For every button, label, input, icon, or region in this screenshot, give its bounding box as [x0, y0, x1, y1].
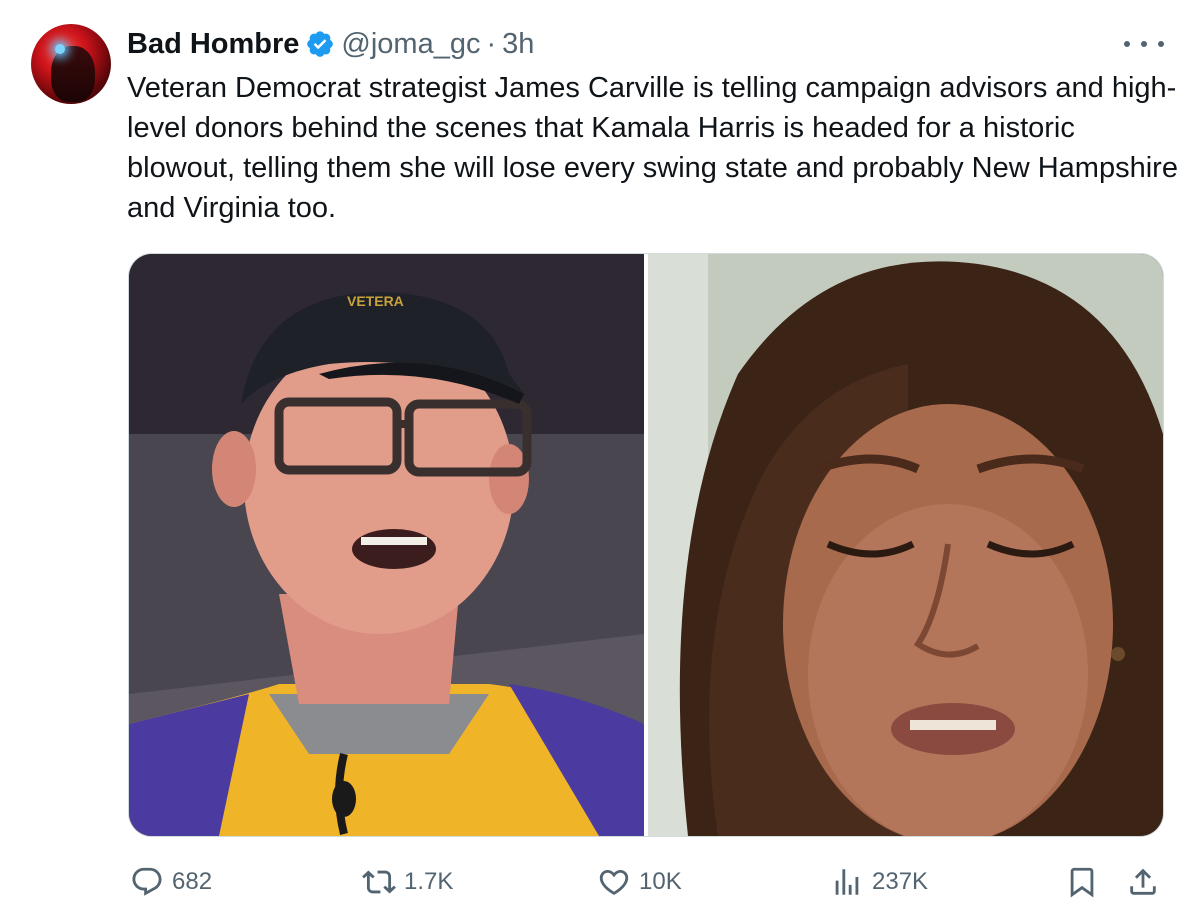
avatar[interactable] [31, 24, 111, 104]
header-separator: · [486, 27, 497, 60]
avatar-figure [51, 46, 95, 102]
avatar-glow [55, 44, 65, 54]
repost-icon [362, 870, 396, 894]
reply-icon [132, 867, 162, 896]
tweet-header: Bad Hombre @joma_gc · 3h [127, 24, 534, 64]
repost-button[interactable]: 1.7K [362, 862, 453, 902]
views-icon [835, 869, 859, 895]
like-button[interactable]: 10K [597, 862, 682, 902]
views-count: 237K [872, 868, 929, 895]
photo-left-illustration: VETERA [129, 254, 644, 836]
more-icon[interactable] [1124, 30, 1164, 58]
author-name[interactable]: Bad Hombre [127, 28, 299, 61]
views-button[interactable]: 237K [830, 862, 928, 902]
like-count: 10K [639, 868, 682, 895]
repost-count: 1.7K [404, 868, 454, 895]
more-dot [1124, 41, 1130, 47]
tweet-text: Veteran Democrat strategist James Carvil… [127, 72, 1187, 224]
tweet-media[interactable]: VETERA [128, 253, 1164, 837]
tweet-actions: 682 1.7K 10K 237K [0, 862, 1196, 902]
like-icon [599, 869, 629, 895]
bookmark-icon [1070, 867, 1094, 898]
more-dot [1158, 41, 1164, 47]
share-icon [1130, 868, 1156, 895]
share-button[interactable] [1126, 862, 1160, 902]
reply-count: 682 [172, 868, 213, 895]
cap-text: VETERA [347, 293, 404, 309]
author-handle[interactable]: @joma_gc [341, 28, 480, 61]
bookmark-button[interactable] [1065, 862, 1099, 902]
photo-left[interactable]: VETERA [129, 254, 644, 836]
tweet-time[interactable]: 3h [502, 28, 534, 61]
photo-right[interactable] [648, 254, 1163, 836]
more-dot [1141, 41, 1147, 47]
reply-button[interactable]: 682 [130, 862, 212, 902]
verified-badge-icon [305, 29, 335, 59]
photo-right-illustration [648, 254, 1163, 836]
